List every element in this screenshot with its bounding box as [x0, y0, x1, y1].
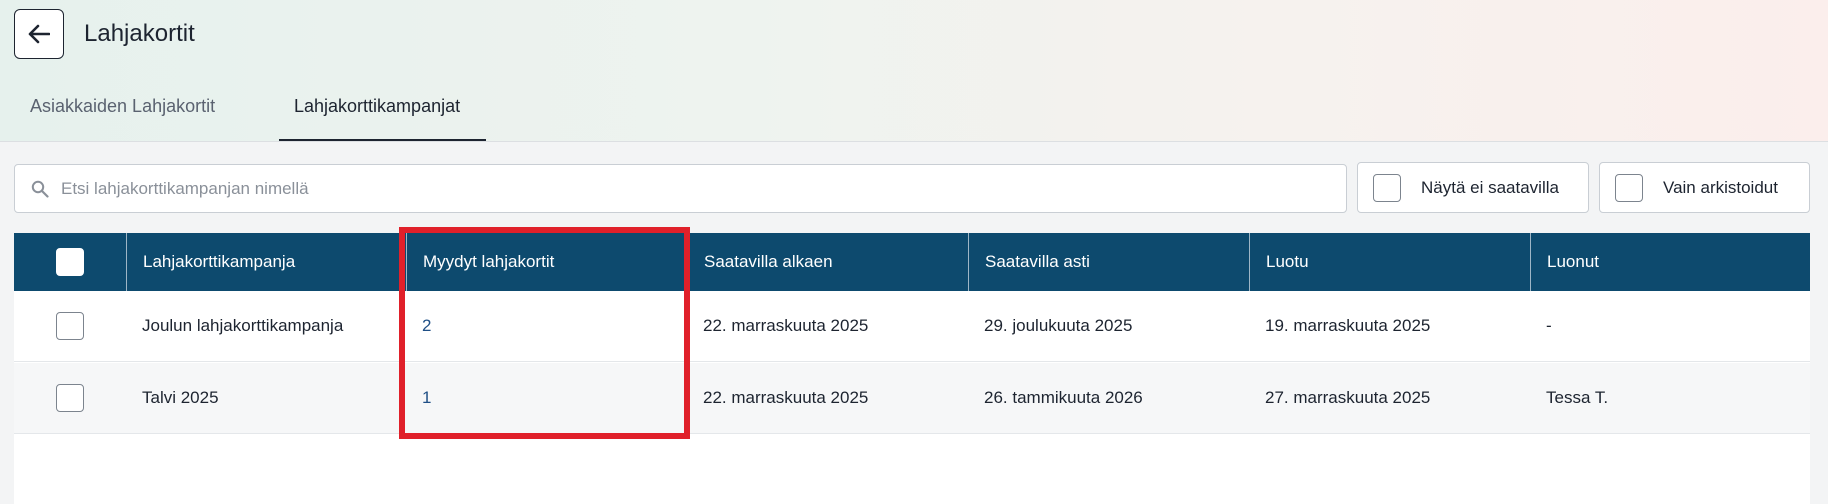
active-tab-indicator [279, 139, 486, 141]
row-checkbox[interactable] [56, 312, 84, 340]
show-unavailable-checkbox[interactable] [1373, 173, 1401, 202]
select-all-cell [14, 233, 126, 291]
row-select-cell [14, 291, 126, 361]
tab-customer-gift-cards[interactable]: Asiakkaiden Lahjakortit [30, 96, 215, 117]
sold-count-cell: 1 [406, 363, 687, 433]
campaign-name: Talvi 2025 [142, 388, 219, 407]
column-header-available-until[interactable]: Saatavilla asti [968, 233, 1249, 291]
search-input[interactable] [61, 178, 1321, 199]
sold-count-link[interactable]: 1 [422, 388, 431, 408]
column-header-campaign[interactable]: Lahjakorttikampanja [126, 233, 406, 291]
page-title: Lahjakortit [84, 20, 195, 47]
search-box[interactable] [14, 164, 1347, 213]
page-header: Lahjakortit Asiakkaiden Lahjakortit Lahj… [0, 0, 1828, 142]
column-header-available-from[interactable]: Saatavilla alkaen [687, 233, 968, 291]
column-header-sold[interactable]: Myydyt lahjakortit [406, 233, 687, 291]
archived-only-checkbox[interactable] [1615, 173, 1643, 202]
created-by: - [1546, 316, 1552, 335]
created-date: 19. marraskuuta 2025 [1265, 316, 1431, 335]
sold-count-cell: 2 [406, 291, 687, 361]
row-select-cell [14, 363, 126, 433]
table-row[interactable]: Joulun lahjakorttikampanja 2 22. marrask… [14, 291, 1810, 362]
campaigns-table: Lahjakorttikampanja Myydyt lahjakortit S… [14, 233, 1810, 504]
created-date: 27. marraskuuta 2025 [1265, 388, 1431, 407]
search-icon [31, 179, 51, 199]
archived-only-toggle[interactable]: Vain arkistoidut [1599, 162, 1810, 213]
tab-gift-card-campaigns[interactable]: Lahjakorttikampanjat [294, 96, 460, 117]
show-unavailable-toggle[interactable]: Näytä ei saatavilla [1357, 162, 1589, 213]
table-header: Lahjakorttikampanja Myydyt lahjakortit S… [14, 233, 1810, 291]
available-from: 22. marraskuuta 2025 [703, 388, 869, 407]
archived-only-label: Vain arkistoidut [1663, 177, 1778, 197]
show-unavailable-label: Näytä ei saatavilla [1421, 177, 1559, 197]
arrow-left-icon [28, 24, 50, 44]
available-until: 26. tammikuuta 2026 [984, 388, 1143, 407]
column-header-created[interactable]: Luotu [1249, 233, 1530, 291]
select-all-checkbox[interactable] [56, 248, 84, 276]
created-by: Tessa T. [1546, 388, 1609, 407]
available-until: 29. joulukuuta 2025 [984, 316, 1133, 335]
row-checkbox[interactable] [56, 384, 84, 412]
sold-count-link[interactable]: 2 [422, 316, 431, 336]
available-from: 22. marraskuuta 2025 [703, 316, 869, 335]
campaign-name: Joulun lahjakorttikampanja [142, 316, 344, 335]
column-header-created-by[interactable]: Luonut [1530, 233, 1810, 291]
table-row[interactable]: Talvi 2025 1 22. marraskuuta 2025 26. ta… [14, 363, 1810, 434]
back-button[interactable] [14, 9, 64, 59]
